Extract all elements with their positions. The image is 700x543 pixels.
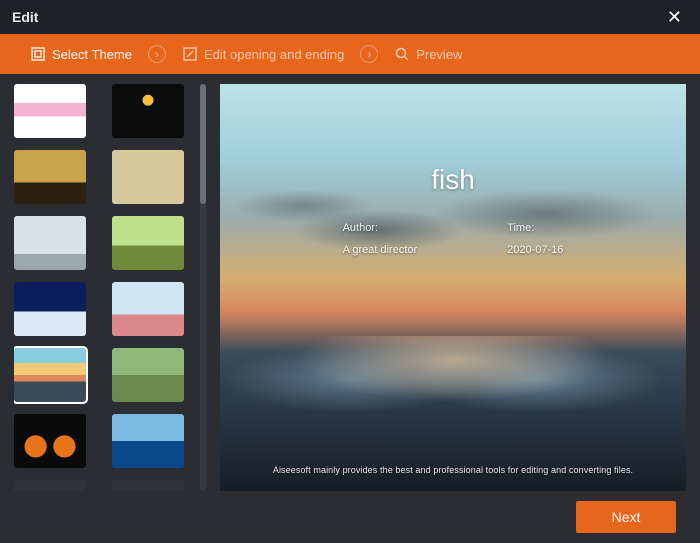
preview-title: fish <box>220 164 686 196</box>
author-label: Author: <box>343 222 378 234</box>
theme-thumb-locked-1[interactable] <box>14 480 86 491</box>
theme-thumb-snow-cabin[interactable] <box>14 282 86 336</box>
theme-thumb-dirt-biker[interactable] <box>112 216 184 270</box>
step-bar: Select Theme › Edit opening and ending ›… <box>0 34 700 74</box>
bottom-bar: Next <box>0 491 700 543</box>
theme-thumb-cupcake[interactable] <box>14 84 86 138</box>
window-title: Edit <box>12 9 38 25</box>
theme-thumb-locked-2[interactable] <box>112 480 184 491</box>
step-preview[interactable]: Preview <box>394 46 462 62</box>
theme-list <box>14 84 210 491</box>
chevron-right-icon: › <box>148 45 166 63</box>
theme-thumb-halloween-pumpkins[interactable] <box>14 414 86 468</box>
preview-meta: Author: A great director Time: 2020-07-1… <box>220 222 686 256</box>
theme-thumb-eiffel-tower[interactable] <box>14 216 86 270</box>
edit-icon <box>182 46 198 62</box>
theme-thumb-horse-racing[interactable] <box>112 348 184 402</box>
theme-thumb-candles[interactable] <box>112 84 184 138</box>
step-label: Select Theme <box>52 47 132 62</box>
author-value: A great director <box>343 244 418 256</box>
theme-icon <box>30 46 46 62</box>
theme-thumb-lake-sunset[interactable] <box>14 348 86 402</box>
theme-thumb-ocean-wave[interactable] <box>112 414 184 468</box>
step-select-theme[interactable]: Select Theme <box>30 46 132 62</box>
scrollbar-thumb[interactable] <box>200 84 206 204</box>
time-label: Time: <box>507 222 534 234</box>
magnifier-icon <box>394 46 410 62</box>
preview-pane: fish Author: A great director Time: 2020… <box>220 84 686 491</box>
theme-thumb-silhouette-sunset[interactable] <box>14 150 86 204</box>
preview-footer-caption: Aiseesoft mainly provides the best and p… <box>220 465 686 475</box>
theme-thumb-parchment[interactable] <box>112 150 184 204</box>
step-label: Edit opening and ending <box>204 47 344 62</box>
theme-thumb-pagoda[interactable] <box>112 282 184 336</box>
step-label: Preview <box>416 47 462 62</box>
theme-scrollbar[interactable] <box>200 84 206 491</box>
next-button[interactable]: Next <box>576 501 676 533</box>
time-value: 2020-07-16 <box>507 244 563 256</box>
close-icon[interactable]: ✕ <box>661 3 688 32</box>
title-bar: Edit ✕ <box>0 0 700 34</box>
chevron-right-icon: › <box>360 45 378 63</box>
main-area: fish Author: A great director Time: 2020… <box>0 74 700 491</box>
step-edit-opening-ending[interactable]: Edit opening and ending <box>182 46 344 62</box>
